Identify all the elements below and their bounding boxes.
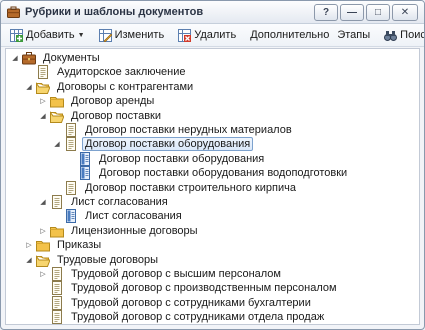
window-title: Рубрики и шаблоны документов bbox=[25, 6, 204, 18]
document-icon bbox=[52, 195, 62, 209]
add-button[interactable]: Добавить ▼ bbox=[7, 27, 88, 44]
tree-item-label: Договор поставки оборудования bbox=[82, 137, 254, 152]
tree-item-label: Аудиторское заключение bbox=[57, 66, 186, 79]
document-icon bbox=[52, 310, 62, 324]
template-icon bbox=[66, 209, 76, 224]
stages-label: Этапы bbox=[337, 29, 371, 41]
document-icon bbox=[52, 295, 62, 310]
tree-item-label: Трудовой договор с высшим персоналом bbox=[71, 268, 281, 280]
folder-open-icon bbox=[36, 254, 50, 267]
tree-item-label: Трудовой договор с производственным перс… bbox=[71, 282, 337, 295]
stages-button[interactable]: Этапы bbox=[334, 27, 373, 43]
document-icon bbox=[66, 137, 76, 152]
tree-item-label: Приказы bbox=[57, 239, 102, 252]
tree-item-label: Трудовой договор с сотрудниками бухгалте… bbox=[71, 296, 311, 309]
edit-icon bbox=[98, 28, 112, 42]
document-icon bbox=[66, 180, 76, 195]
add-icon bbox=[10, 28, 23, 42]
briefcase-icon bbox=[7, 6, 20, 18]
help-button[interactable]: ? bbox=[314, 3, 338, 21]
edit-button[interactable]: Изменить bbox=[96, 27, 168, 44]
delete-icon bbox=[178, 28, 192, 42]
document-icon bbox=[52, 267, 62, 281]
additional-button[interactable]: Дополнительно bbox=[247, 27, 332, 43]
folder-icon bbox=[50, 226, 64, 238]
document-icon bbox=[66, 123, 76, 137]
search-button[interactable]: Поиск... bbox=[381, 27, 425, 44]
tree-item-label: Договор поставки bbox=[71, 109, 161, 122]
toolbar: Добавить ▼ Изменить Удалить Дополнительн… bbox=[1, 24, 424, 47]
maximize-button[interactable]: □ bbox=[366, 3, 390, 21]
tree-item-label: Лицензионные договоры bbox=[71, 224, 198, 237]
folder-open-icon bbox=[36, 81, 50, 94]
folder-icon bbox=[50, 97, 64, 108]
add-label: Добавить bbox=[26, 29, 75, 41]
additional-label: Дополнительно bbox=[250, 29, 330, 41]
edit-label: Изменить bbox=[114, 29, 165, 41]
minimize-button[interactable]: — bbox=[340, 3, 364, 21]
delete-label: Удалить bbox=[194, 29, 237, 41]
close-button[interactable]: ✕ bbox=[392, 3, 418, 21]
chevron-down-icon: ▼ bbox=[77, 31, 85, 39]
tree-item-label: Договор поставки строительного кирпича bbox=[85, 181, 296, 194]
delete-button[interactable]: Удалить bbox=[175, 27, 239, 44]
template-icon bbox=[80, 151, 90, 166]
briefcase-icon bbox=[22, 52, 36, 65]
document-icon bbox=[38, 65, 48, 80]
template-icon bbox=[80, 166, 90, 181]
tree-item-label: Лист согласования bbox=[85, 210, 182, 223]
folder-open-icon bbox=[50, 110, 64, 123]
tree-item-label: Договор поставки оборудования bbox=[99, 152, 265, 165]
tree-item-label: Документы bbox=[43, 52, 100, 64]
folder-icon bbox=[36, 241, 50, 252]
tree-item-label: Договоры с контрагентами bbox=[57, 80, 194, 93]
tree-item-label: Лист согласования bbox=[71, 196, 168, 208]
binoculars-icon bbox=[384, 30, 398, 41]
title-bar[interactable]: Рубрики и шаблоны документов ? — □ ✕ bbox=[1, 1, 424, 24]
document-icon bbox=[52, 281, 62, 296]
tree-item-label: Договор аренды bbox=[71, 95, 155, 108]
tree-item-label: Договор поставки оборудования водоподгот… bbox=[99, 167, 348, 180]
tree-item-label: Трудовой договор с сотрудниками отдела п… bbox=[71, 311, 325, 324]
tree-row[interactable]: Трудовой договор с сотрудниками отдела п… bbox=[6, 309, 419, 324]
rubrics-tree[interactable]: ◢ Документы Аудиторское заключение ◢ Договор… bbox=[5, 48, 420, 325]
search-label: Поиск... bbox=[400, 29, 425, 41]
tree-item-label: Трудовые договоры bbox=[57, 253, 158, 266]
documents-window: Рубрики и шаблоны документов ? — □ ✕ Доб… bbox=[0, 0, 425, 330]
tree-item-label: Договор поставки нерудных материалов bbox=[85, 124, 292, 136]
